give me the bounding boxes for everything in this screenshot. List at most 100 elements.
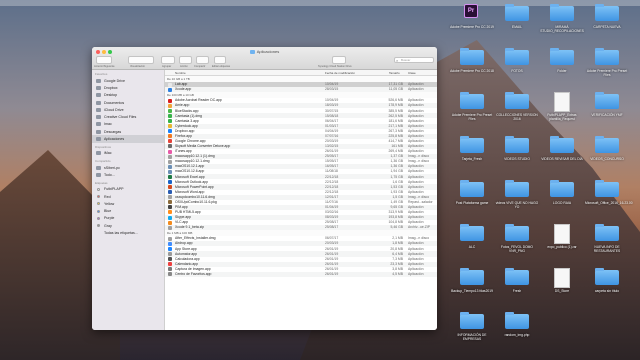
tags-button[interactable] bbox=[214, 56, 226, 64]
desktop-item[interactable] bbox=[595, 92, 619, 109]
sidebar-item-google-drive[interactable]: Google Drive bbox=[92, 77, 164, 84]
table-row[interactable]: Xcode.app 28/03/15 11,05 GB Aplicación bbox=[165, 87, 437, 93]
share-button[interactable] bbox=[196, 56, 209, 64]
sidebar-tag-blue[interactable]: Blue bbox=[92, 207, 164, 214]
file-kind: Aplicación bbox=[408, 82, 424, 87]
app-icon bbox=[168, 87, 172, 92]
desktop-item[interactable] bbox=[460, 312, 484, 329]
folder-icon bbox=[96, 115, 101, 120]
file-kind: Aplicación bbox=[408, 220, 424, 225]
desktop-item[interactable] bbox=[505, 224, 529, 241]
desktop-item[interactable] bbox=[550, 224, 574, 244]
desktop-item[interactable] bbox=[460, 224, 484, 241]
desktop-item[interactable] bbox=[505, 48, 529, 65]
desktop-item[interactable] bbox=[460, 180, 484, 197]
file-size: 2,1 MB bbox=[392, 236, 403, 241]
sidebar-tag-label: Blue bbox=[104, 209, 112, 214]
table-row[interactable]: Xcode 9.1_beta.zip 25/08/17 5,46 GB Archiv.… bbox=[165, 225, 437, 231]
sidebar-tag-purple[interactable]: Purple bbox=[92, 215, 164, 222]
folder-icon bbox=[505, 136, 529, 153]
file-size: 1,5 GB bbox=[392, 194, 403, 199]
desktop-item-label: random_img.php bbox=[504, 333, 530, 337]
sidebar-tag-yellow[interactable]: Yellow bbox=[92, 200, 164, 207]
file-size: 23,3 MB bbox=[390, 261, 403, 266]
sidebar-item-imac[interactable]: iMac bbox=[92, 150, 164, 157]
file-kind: Aplicación bbox=[408, 98, 424, 103]
finder-toolbar: Aplicaciones Anterior/Siguiente Visualiz… bbox=[92, 47, 437, 70]
sidebar-item-documentos[interactable]: Documentos bbox=[92, 99, 164, 106]
file-date: 25/08/17 bbox=[325, 225, 339, 230]
sidebar-item-creative-cloud-files[interactable]: Creative Cloud Files bbox=[92, 113, 164, 120]
folder-icon bbox=[96, 165, 101, 170]
desktop-item[interactable] bbox=[460, 136, 484, 153]
file-size: 1,36 GB bbox=[390, 159, 403, 164]
file-name: Calculadora.app bbox=[175, 256, 200, 261]
view-button[interactable] bbox=[128, 56, 154, 64]
file-size: 20,8 MB bbox=[390, 246, 403, 251]
app-icon bbox=[168, 262, 172, 267]
synology-drive-button[interactable] bbox=[332, 56, 346, 64]
sidebar-item-desktop[interactable]: Desktop bbox=[92, 92, 164, 99]
desktop-item[interactable] bbox=[505, 4, 529, 21]
file-kind: Aplicación bbox=[408, 261, 424, 266]
desktop-item[interactable] bbox=[550, 180, 574, 197]
desktop-item[interactable] bbox=[595, 268, 619, 285]
file-date: 16/05/17 bbox=[325, 164, 339, 169]
desktop-item[interactable]: Pr bbox=[460, 4, 484, 20]
sidebar-item-aplicaciones[interactable]: Aplicaciones bbox=[92, 135, 164, 143]
desktop-item[interactable] bbox=[595, 48, 619, 65]
column-kind[interactable]: Clase bbox=[408, 71, 416, 75]
file-name: Camtasia (1).dmg bbox=[175, 113, 202, 118]
action-button[interactable] bbox=[179, 56, 192, 64]
group-button[interactable] bbox=[161, 56, 175, 64]
sidebar-item-icloud-drive[interactable]: iCloud Drive bbox=[92, 106, 164, 113]
file-size: 11,05 GB bbox=[388, 87, 403, 92]
sidebar-item-ssiberi-pc[interactable]: sSiberi-pc bbox=[92, 164, 164, 171]
folder-icon bbox=[96, 172, 101, 177]
desktop-item-label: Fresh bbox=[512, 289, 522, 293]
desktop-item[interactable] bbox=[550, 4, 574, 21]
desktop-item[interactable] bbox=[550, 136, 574, 153]
desktop-item[interactable] bbox=[460, 268, 484, 285]
file-kind: Imag...n disco bbox=[408, 159, 430, 164]
desktop-item[interactable] bbox=[505, 136, 529, 153]
desktop-item[interactable] bbox=[505, 92, 529, 109]
file-kind: Aplicación bbox=[408, 128, 424, 133]
app-icon bbox=[168, 113, 172, 118]
desktop-item[interactable] bbox=[505, 312, 529, 329]
column-size[interactable]: Tamaño bbox=[389, 71, 400, 75]
app-icon bbox=[168, 119, 172, 124]
desktop-item[interactable] bbox=[550, 92, 574, 112]
file-kind: Aplicación bbox=[408, 103, 424, 108]
sidebar-tag-todas-las-etiquetas[interactable]: Todas las etiquetas... bbox=[92, 229, 164, 236]
desktop-item[interactable] bbox=[550, 48, 574, 65]
folder-icon bbox=[595, 180, 619, 197]
file-name: Xcode 9.1_beta.zip bbox=[175, 225, 205, 230]
sidebar-item-label: Google Drive bbox=[104, 78, 125, 83]
sidebar-tag-futbiplapp[interactable]: FutbiPLAPP bbox=[92, 186, 164, 193]
sidebar-item-dropbox[interactable]: Dropbox bbox=[92, 84, 164, 91]
file-kind: Aplicación bbox=[408, 179, 424, 184]
desktop-item[interactable] bbox=[595, 4, 619, 21]
sidebar-tag-red[interactable]: Red bbox=[92, 193, 164, 200]
sidebar-tag-gray[interactable]: Gray bbox=[92, 222, 164, 229]
desktop-item[interactable] bbox=[595, 224, 619, 241]
column-name[interactable]: Nombre bbox=[175, 71, 186, 75]
search-input[interactable]: ⌕ Buscar bbox=[394, 57, 434, 63]
back-forward-button[interactable] bbox=[96, 56, 112, 64]
column-date[interactable]: Fecha de modificación bbox=[325, 71, 355, 75]
sidebar-item-todo[interactable]: Todo... bbox=[92, 171, 164, 178]
desktop-item[interactable] bbox=[595, 180, 619, 197]
sidebar-item-imac[interactable]: Imac bbox=[92, 121, 164, 128]
desktop-item-label: COLLECCIONES VERSION 2016 bbox=[496, 113, 538, 121]
table-row[interactable]: Centro de Favoritos.app 26/01/19 4,5 MB Apl… bbox=[165, 271, 437, 277]
file-size: 3,8 MB bbox=[392, 266, 403, 271]
desktop-item[interactable] bbox=[460, 48, 484, 65]
desktop-item[interactable] bbox=[505, 268, 529, 285]
desktop-item[interactable] bbox=[460, 92, 484, 109]
sidebar-item-descargas[interactable]: Descargas bbox=[92, 128, 164, 135]
desktop-item[interactable] bbox=[550, 268, 574, 288]
desktop-item[interactable] bbox=[505, 180, 529, 197]
desktop-item[interactable] bbox=[595, 136, 619, 153]
tags-label: Editar etiquetas bbox=[212, 65, 231, 68]
